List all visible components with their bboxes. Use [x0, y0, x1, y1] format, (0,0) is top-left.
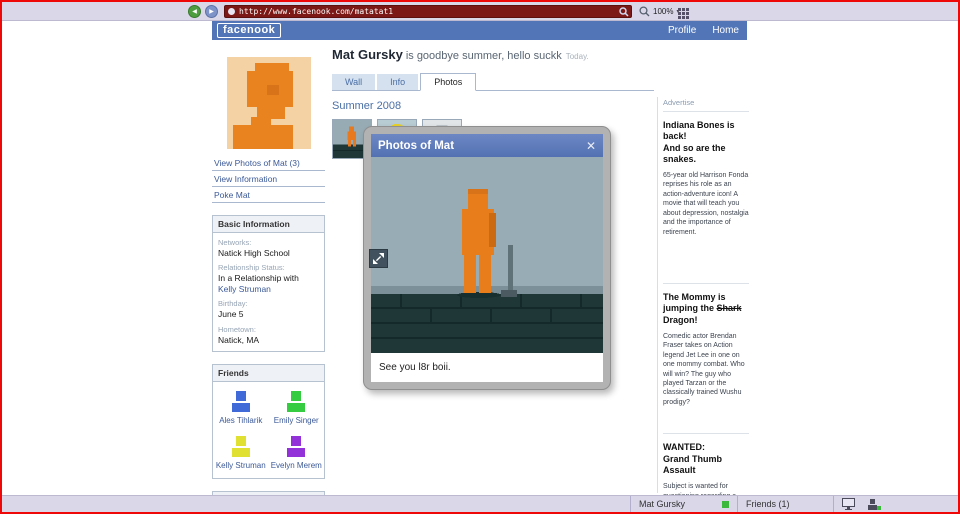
ad-body: 65-year old Harrison Fonda reprises his … — [663, 172, 749, 236]
nav-profile[interactable]: Profile — [668, 25, 696, 36]
friend-avatar[interactable] — [283, 388, 309, 414]
ad-indiana-bones[interactable]: Indiana Bones is back! And so are the sn… — [663, 112, 749, 283]
friend-avatar[interactable] — [228, 433, 254, 459]
friend-cell: Ales Tihlarik — [215, 388, 267, 425]
friends-section: Friends Ales Tihlarik Emily Singer Kelly… — [212, 363, 325, 479]
ad-body: Comedic actor Brendan Fraser takes on Ac… — [663, 332, 745, 406]
photo-image — [371, 157, 603, 353]
birthday-label: Birthday: — [218, 299, 248, 309]
friend-name-link[interactable]: Kelly Struman — [215, 461, 267, 470]
zoom-control[interactable]: 100% ▾ — [639, 5, 679, 18]
nav-home[interactable]: Home — [712, 25, 739, 36]
close-button[interactable]: ✕ — [586, 140, 596, 152]
hometown-value: Natick, MA — [218, 334, 260, 345]
album-title: Summer 2008 — [332, 100, 402, 112]
statusbar-user: Mat Gursky — [630, 496, 737, 512]
arrow-left-icon: ◀ — [192, 9, 197, 15]
strikethrough-word: Shark — [716, 303, 742, 314]
dialog-title: Photos of Mat — [378, 139, 455, 152]
photo-caption: See you l8r boii. — [371, 353, 603, 382]
poke-link[interactable]: Poke Mat — [212, 187, 325, 203]
profile-sidebar: View Photos of Mat (3) View Information … — [212, 40, 325, 512]
friend-cell: Evelyn Merem — [271, 433, 323, 470]
friend-name-link[interactable]: Emily Singer — [271, 416, 323, 425]
statusbar-friends[interactable]: Friends (1) — [737, 496, 833, 512]
birthday-value: June 5 — [218, 309, 244, 320]
friend-name-link[interactable]: Ales Tihlarik — [215, 416, 267, 425]
profile-picture[interactable] — [226, 57, 311, 149]
diagonal-arrows-icon — [373, 253, 384, 264]
url-bar[interactable]: http://www.facenook.com/matatat1 — [224, 5, 632, 18]
statusbar-username: Mat Gursky — [639, 499, 686, 509]
forward-button[interactable]: ▶ — [205, 5, 218, 18]
site-icon — [228, 8, 235, 15]
friend-avatar[interactable] — [228, 388, 254, 414]
friends-count-label: Friends (1) — [746, 499, 790, 509]
arrow-right-icon: ▶ — [209, 9, 214, 15]
page-title: Mat Gursky — [332, 47, 403, 62]
friend-avatar[interactable] — [283, 433, 309, 459]
browser-window: ◀ ▶ http://www.facenook.com/matatat1 100… — [0, 0, 960, 514]
photo-viewer-dialog: Photos of Mat ✕ See you l8r boii. — [363, 126, 611, 390]
friend-cell: Kelly Struman — [215, 433, 267, 470]
advertise-label: Advertise — [663, 98, 749, 112]
ad-title-line: WANTED: — [663, 442, 705, 453]
ads-sidebar: Advertise Indiana Bones is back! And so … — [663, 98, 749, 512]
ad-title-line: And so are the snakes. — [663, 142, 726, 164]
presence-indicator — [722, 500, 729, 508]
basic-information-section: Basic Information Networks: Natick High … — [212, 215, 325, 352]
ad-the-mommy[interactable]: The Mommy is jumping the Shark Dragon! C… — [663, 283, 749, 433]
ad-title: The Mommy is jumping the Shark Dragon! — [663, 292, 742, 325]
zoom-level: 100% — [653, 7, 674, 16]
section-title: Basic Information — [213, 216, 324, 233]
display-icon[interactable] — [842, 498, 855, 510]
ad-title-line: Grand Thumb Assault — [663, 453, 722, 475]
tab-wall[interactable]: Wall — [332, 74, 376, 90]
dialog-titlebar: Photos of Mat ✕ — [371, 134, 603, 157]
networks-label: Networks: — [218, 238, 252, 247]
networks-value: Natick High School — [218, 248, 290, 258]
relationship-value: In a Relationship with — [218, 273, 299, 284]
site-header: facenook Profile Home — [212, 21, 747, 40]
contacts-icon[interactable] — [867, 498, 881, 510]
content-divider — [657, 97, 658, 493]
zoom-icon — [639, 6, 650, 17]
facenook-logo[interactable]: facenook — [217, 23, 282, 38]
ad-title-line: Indiana Bones is back! — [663, 120, 735, 142]
statusbar-icons — [833, 496, 958, 512]
status-text: is goodbye summer, hello suckk — [405, 50, 562, 62]
photo-nav-button[interactable] — [369, 249, 388, 268]
close-icon: ✕ — [585, 138, 596, 153]
back-button[interactable]: ◀ — [188, 5, 201, 18]
section-title: Friends — [213, 364, 324, 382]
view-information-link[interactable]: View Information — [212, 171, 325, 187]
tab-photos[interactable]: Photos — [420, 73, 477, 91]
profile-tabs: Wall Info Photos — [332, 73, 654, 91]
search-icon[interactable] — [619, 7, 629, 17]
status-line: Mat Gursky is goodbye summer, hello suckk… — [332, 47, 654, 62]
tab-info[interactable]: Info — [377, 74, 419, 90]
hometown-label: Hometown: — [218, 324, 256, 334]
status-timestamp: Today. — [565, 52, 589, 61]
relationship-label: Relationship Status: — [218, 263, 285, 273]
grid-icon — [678, 8, 689, 19]
status-bar: Mat Gursky Friends (1) — [2, 495, 958, 512]
friend-cell: Emily Singer — [271, 388, 323, 425]
url-text: http://www.facenook.com/matatat1 — [239, 7, 394, 16]
view-photos-link[interactable]: View Photos of Mat (3) — [212, 155, 325, 171]
friend-name-link[interactable]: Evelyn Merem — [271, 461, 323, 470]
relationship-partner-link[interactable]: Kelly Struman — [218, 284, 319, 294]
browser-toolbar: ◀ ▶ http://www.facenook.com/matatat1 100… — [2, 2, 958, 21]
